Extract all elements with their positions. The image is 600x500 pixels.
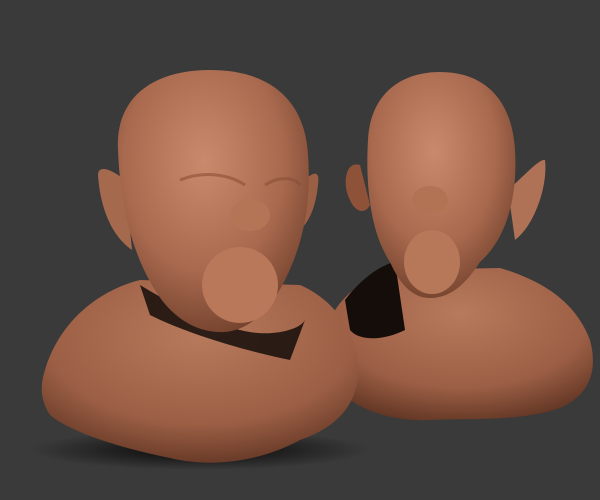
right-bust-mouth xyxy=(404,230,460,294)
left-bust-nose xyxy=(230,199,270,231)
render-viewport[interactable] xyxy=(0,0,600,500)
right-bust-nose xyxy=(412,186,448,214)
render-canvas xyxy=(0,0,600,500)
left-bust-mouth xyxy=(202,247,278,323)
